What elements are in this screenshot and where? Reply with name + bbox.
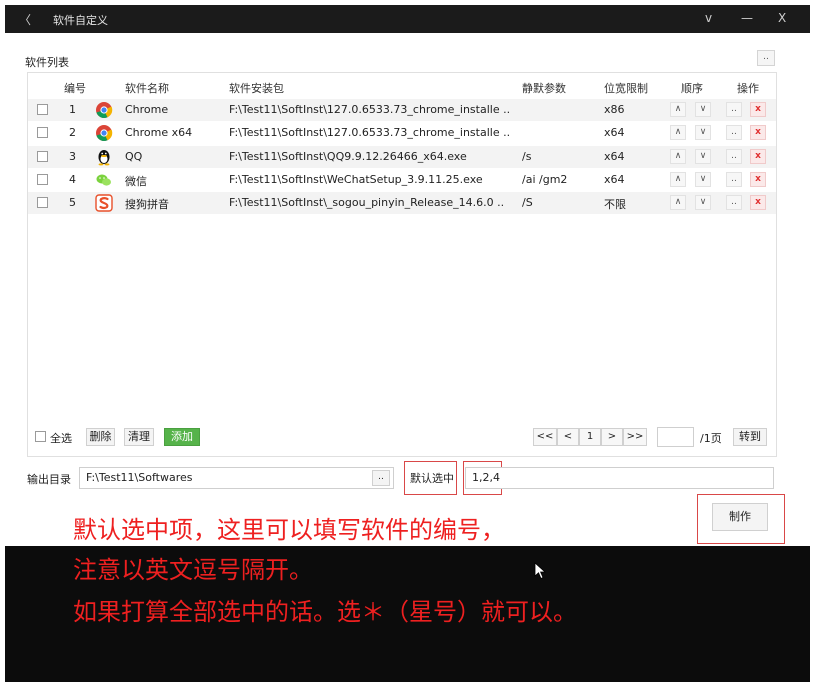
package-path: F:\Test11\SoftInst\QQ9.9.12.26466_x64.ex…: [229, 150, 467, 163]
delete-row-button[interactable]: x: [750, 125, 766, 140]
header-arch: 位宽限制: [604, 82, 648, 95]
edit-button[interactable]: ..: [726, 102, 742, 117]
goto-page-button[interactable]: 转到: [733, 428, 767, 446]
pager-current-page[interactable]: 1: [579, 428, 601, 446]
arch-limit: x64: [604, 150, 625, 163]
section-title: 软件列表: [25, 56, 69, 69]
table-row[interactable]: 4 微信 F:\Test11\SoftInst\WeChatSetup_3.9.…: [28, 169, 776, 191]
row-number: 4: [69, 173, 76, 186]
clear-button[interactable]: 清理: [124, 428, 154, 446]
add-button[interactable]: 添加: [164, 428, 200, 446]
caption-line-2: 注意以英文逗号隔开。: [73, 556, 313, 584]
qq-penguin-icon: [98, 150, 110, 166]
more-button[interactable]: ..: [757, 50, 775, 66]
row-number: 3: [69, 150, 76, 163]
package-path: F:\Test11\SoftInst\WeChatSetup_3.9.11.25…: [229, 173, 483, 186]
pager-last-button[interactable]: >>: [623, 428, 647, 446]
chrome-icon: [96, 125, 113, 141]
header-package: 软件安装包: [229, 82, 284, 95]
collapse-button[interactable]: v: [705, 11, 712, 25]
silent-params: /s: [522, 150, 532, 163]
mouse-cursor-icon: [534, 562, 546, 580]
software-name: 微信: [125, 175, 147, 188]
move-down-button[interactable]: ∨: [695, 125, 711, 140]
browse-button[interactable]: ..: [372, 470, 390, 486]
edit-button[interactable]: ..: [726, 195, 742, 210]
header-order: 顺序: [681, 82, 703, 95]
package-path: F:\Test11\SoftInst\127.0.6533.73_chrome_…: [229, 126, 511, 139]
page-total: /1页: [700, 432, 722, 445]
package-path: F:\Test11\SoftInst\127.0.6533.73_chrome_…: [229, 103, 511, 116]
select-all-label[interactable]: 全选: [50, 430, 72, 446]
software-name: Chrome: [125, 103, 169, 116]
window-title: 软件自定义: [53, 14, 108, 27]
software-name: Chrome x64: [125, 126, 193, 139]
arch-limit: x86: [604, 103, 625, 116]
row-number: 1: [69, 103, 76, 116]
row-number: 2: [69, 126, 76, 139]
make-button[interactable]: 制作: [712, 503, 768, 531]
header-actions: 操作: [737, 82, 759, 95]
pager-first-button[interactable]: <<: [533, 428, 557, 446]
software-name: 搜狗拼音: [125, 198, 169, 211]
move-down-button[interactable]: ∨: [695, 149, 711, 164]
move-up-button[interactable]: ∧: [670, 125, 686, 140]
row-checkbox[interactable]: [37, 127, 48, 138]
row-number: 5: [69, 196, 76, 209]
row-checkbox[interactable]: [37, 197, 48, 208]
default-selection-label: 默认选中: [410, 472, 454, 485]
move-down-button[interactable]: ∨: [695, 102, 711, 117]
header-params: 静默参数: [522, 82, 566, 95]
delete-button[interactable]: 删除: [86, 428, 115, 446]
minimize-button[interactable]: —: [741, 11, 753, 25]
output-dir-input[interactable]: F:\Test11\Softwares: [79, 467, 394, 489]
table-row[interactable]: 1 Chrome F:\Test11\SoftInst\127.0.6533.7…: [28, 99, 776, 121]
move-down-button[interactable]: ∨: [695, 195, 711, 210]
arch-limit: x64: [604, 126, 625, 139]
move-up-button[interactable]: ∧: [670, 195, 686, 210]
silent-params: /ai /gm2: [522, 173, 568, 186]
row-checkbox[interactable]: [37, 151, 48, 162]
delete-row-button[interactable]: x: [750, 102, 766, 117]
row-checkbox[interactable]: [37, 174, 48, 185]
table-row[interactable]: 2 Chrome x64 F:\Test11\SoftInst\127.0.65…: [28, 122, 776, 144]
arch-limit: 不限: [604, 198, 626, 211]
output-dir-label: 输出目录: [27, 473, 71, 486]
move-up-button[interactable]: ∧: [670, 172, 686, 187]
chrome-icon: [96, 102, 113, 118]
pager-prev-button[interactable]: <: [557, 428, 579, 446]
delete-row-button[interactable]: x: [750, 172, 766, 187]
edit-button[interactable]: ..: [726, 172, 742, 187]
default-selection-input[interactable]: 1,2,4: [465, 467, 774, 489]
back-icon[interactable]: 〈: [19, 11, 31, 28]
edit-button[interactable]: ..: [726, 125, 742, 140]
close-button[interactable]: X: [778, 11, 786, 25]
move-up-button[interactable]: ∧: [670, 102, 686, 117]
edit-button[interactable]: ..: [726, 149, 742, 164]
pager-next-button[interactable]: >: [601, 428, 623, 446]
sogou-icon: [95, 194, 113, 212]
title-bar: 〈 软件自定义 v — X: [5, 5, 810, 33]
header-number: 编号: [64, 82, 86, 95]
move-down-button[interactable]: ∨: [695, 172, 711, 187]
software-name: QQ: [125, 150, 143, 163]
delete-row-button[interactable]: x: [750, 195, 766, 210]
page-number-input[interactable]: [657, 427, 694, 447]
wechat-icon: [96, 174, 111, 186]
header-name: 软件名称: [125, 82, 169, 95]
package-path: F:\Test11\SoftInst\_sogou_pinyin_Release…: [229, 196, 505, 209]
table-row[interactable]: 5 搜狗拼音 F:\Test11\SoftInst\_sogou_pinyin_…: [28, 192, 776, 214]
move-up-button[interactable]: ∧: [670, 149, 686, 164]
row-checkbox[interactable]: [37, 104, 48, 115]
caption-line-1: 默认选中项，这里可以填写软件的编号，: [73, 516, 505, 544]
table-row[interactable]: 3 QQ F:\Test11\SoftInst\QQ9.9.12.26466_x…: [28, 146, 776, 168]
caption-line-3: 如果打算全部选中的话。选＊（星号）就可以。: [73, 598, 577, 626]
arch-limit: x64: [604, 173, 625, 186]
select-all-checkbox[interactable]: [35, 431, 46, 442]
delete-row-button[interactable]: x: [750, 149, 766, 164]
silent-params: /S: [522, 196, 533, 209]
